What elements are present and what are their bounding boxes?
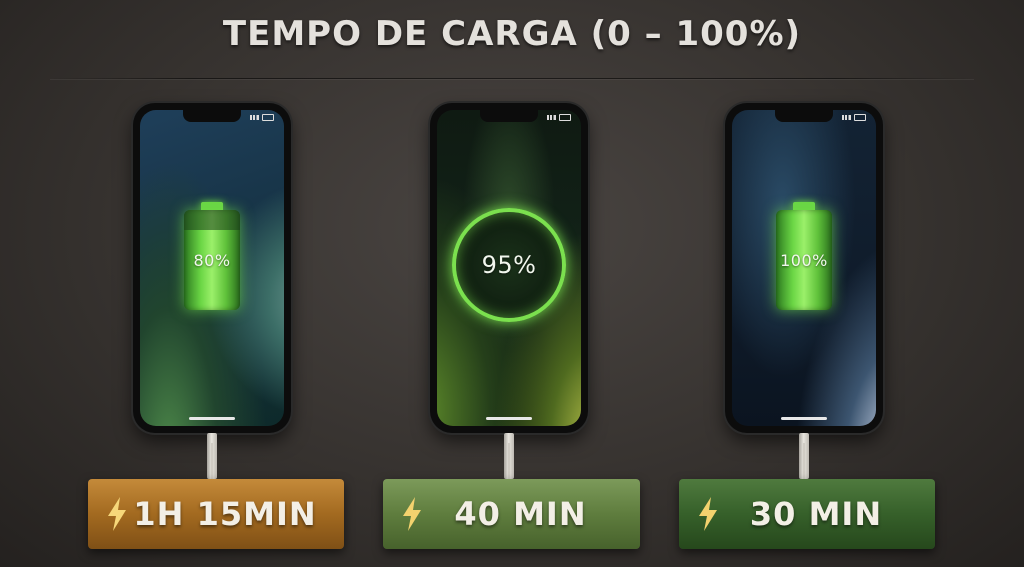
home-indicator [189, 417, 235, 420]
charge-time-badge: 1H 15MIN [88, 479, 344, 549]
signal-icon [842, 115, 851, 120]
charging-cable [504, 433, 514, 479]
phone-notch [480, 110, 538, 122]
phone-1: 80% [133, 103, 291, 433]
phone-screen: 95% [437, 110, 581, 426]
status-battery-icon [262, 114, 274, 121]
battery-percentage: 80% [193, 250, 231, 270]
page-title: TEMPO DE CARGA (0 – 100%) [222, 14, 802, 54]
charge-time-label: 30 MIN [749, 495, 883, 533]
charge-time-label: 1H 15MIN [133, 495, 317, 533]
charging-ring: 95% [452, 208, 566, 322]
signal-icon [250, 115, 259, 120]
status-battery-icon [559, 114, 571, 121]
charge-time-label: 40 MIN [454, 495, 587, 533]
title-divider [50, 78, 974, 79]
status-bar [547, 114, 571, 121]
battery-icon: 80% [184, 202, 240, 310]
charge-time-badge: 40 MIN [383, 479, 640, 549]
lightning-icon [403, 497, 421, 531]
phone-screen: 80% [140, 110, 284, 426]
charging-cable [799, 433, 809, 479]
charging-cable [207, 433, 217, 479]
lightning-icon [699, 497, 717, 531]
status-battery-icon [854, 114, 866, 121]
signal-icon [547, 115, 556, 120]
lightning-icon [108, 497, 126, 531]
home-indicator [486, 417, 532, 420]
phone-3: 100% [725, 103, 883, 433]
home-indicator [781, 417, 827, 420]
battery-percentage: 100% [780, 250, 828, 270]
status-bar [842, 114, 866, 121]
phone-notch [183, 110, 241, 122]
battery-icon: 100% [776, 202, 832, 310]
battery-percentage: 95% [481, 251, 537, 279]
phone-screen: 100% [732, 110, 876, 426]
phone-notch [775, 110, 833, 122]
charge-time-badge: 30 MIN [679, 479, 935, 549]
phone-2: 95% [430, 103, 588, 433]
status-bar [250, 114, 274, 121]
